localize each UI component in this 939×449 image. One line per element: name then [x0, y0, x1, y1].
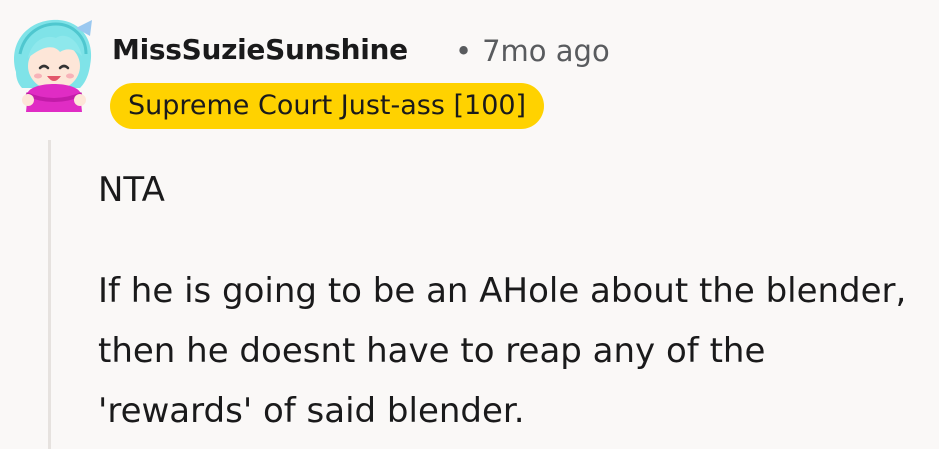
- user-flair-badge: Supreme Court Just-ass [100]: [110, 83, 545, 129]
- comment-body: NTA If he is going to be an AHole about …: [98, 160, 928, 441]
- username-link[interactable]: MissSuzieSunshine: [112, 33, 408, 66]
- thread-line[interactable]: [48, 140, 51, 449]
- cartoon-girl-avatar-icon[interactable]: [6, 14, 96, 112]
- comment-paragraph: NTA: [98, 170, 165, 210]
- comment: MissSuzieSunshine • 7mo ago Supreme Court…: [0, 0, 939, 449]
- meta-separator: •: [455, 34, 473, 68]
- comment-paragraph: If he is going to be an AHole about the …: [98, 271, 907, 431]
- comment-meta: • 7mo ago: [455, 34, 610, 68]
- comment-timestamp[interactable]: 7mo ago: [482, 34, 610, 68]
